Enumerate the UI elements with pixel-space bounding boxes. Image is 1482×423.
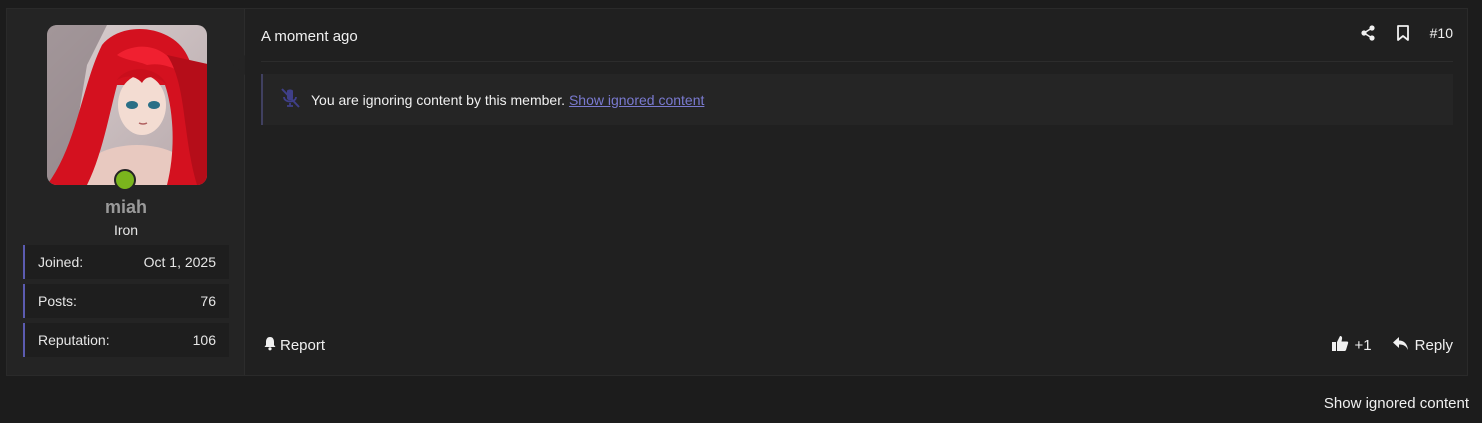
user-title: Iron — [113, 222, 139, 238]
reply-icon — [1392, 336, 1409, 355]
report-button[interactable]: Report — [263, 336, 325, 355]
message-post: miah Iron Joined: Oct 1, 2025 Posts: 76 … — [6, 8, 1468, 376]
thumbs-up-icon — [1331, 335, 1349, 356]
report-label: Report — [280, 337, 326, 354]
mute-icon — [279, 88, 301, 111]
bookmark-icon[interactable] — [1396, 25, 1410, 41]
online-status-indicator — [114, 169, 136, 191]
reply-label: Reply — [1414, 337, 1453, 354]
post-timestamp[interactable]: A moment ago — [261, 28, 358, 45]
stat-value: 76 — [200, 293, 216, 309]
post-header-actions: #10 — [1360, 25, 1453, 41]
header-divider — [261, 61, 1453, 62]
user-panel: miah Iron Joined: Oct 1, 2025 Posts: 76 … — [7, 9, 245, 375]
share-icon[interactable] — [1360, 25, 1376, 41]
stat-posts: Posts: 76 — [23, 284, 229, 318]
reply-button[interactable]: Reply — [1392, 336, 1453, 355]
ignored-message: You are ignoring content by this member. — [311, 91, 565, 108]
stat-label: Posts: — [38, 293, 77, 309]
stat-value: Oct 1, 2025 — [143, 254, 216, 270]
avatar[interactable] — [47, 25, 207, 185]
show-ignored-content-button[interactable]: Show ignored content — [1324, 395, 1469, 412]
user-arrow — [233, 55, 245, 75]
stat-label: Joined: — [38, 254, 84, 270]
post-main: A moment ago #10 You are ignoring conten… — [245, 9, 1467, 375]
like-button[interactable]: +1 — [1331, 335, 1372, 356]
post-footer-actions: +1 Reply — [1331, 335, 1453, 356]
stat-reputation: Reputation: 106 — [23, 323, 229, 357]
bell-icon — [263, 336, 277, 355]
ignored-content-notice: You are ignoring content by this member.… — [261, 74, 1453, 125]
stat-label: Reputation: — [38, 332, 110, 348]
post-number[interactable]: #10 — [1430, 25, 1453, 41]
reaction-count[interactable]: +1 — [1355, 337, 1372, 354]
stat-joined: Joined: Oct 1, 2025 — [23, 245, 229, 279]
username[interactable]: miah — [7, 197, 245, 218]
show-ignored-content-link[interactable]: Show ignored content — [569, 92, 704, 108]
stat-value: 106 — [192, 332, 216, 348]
